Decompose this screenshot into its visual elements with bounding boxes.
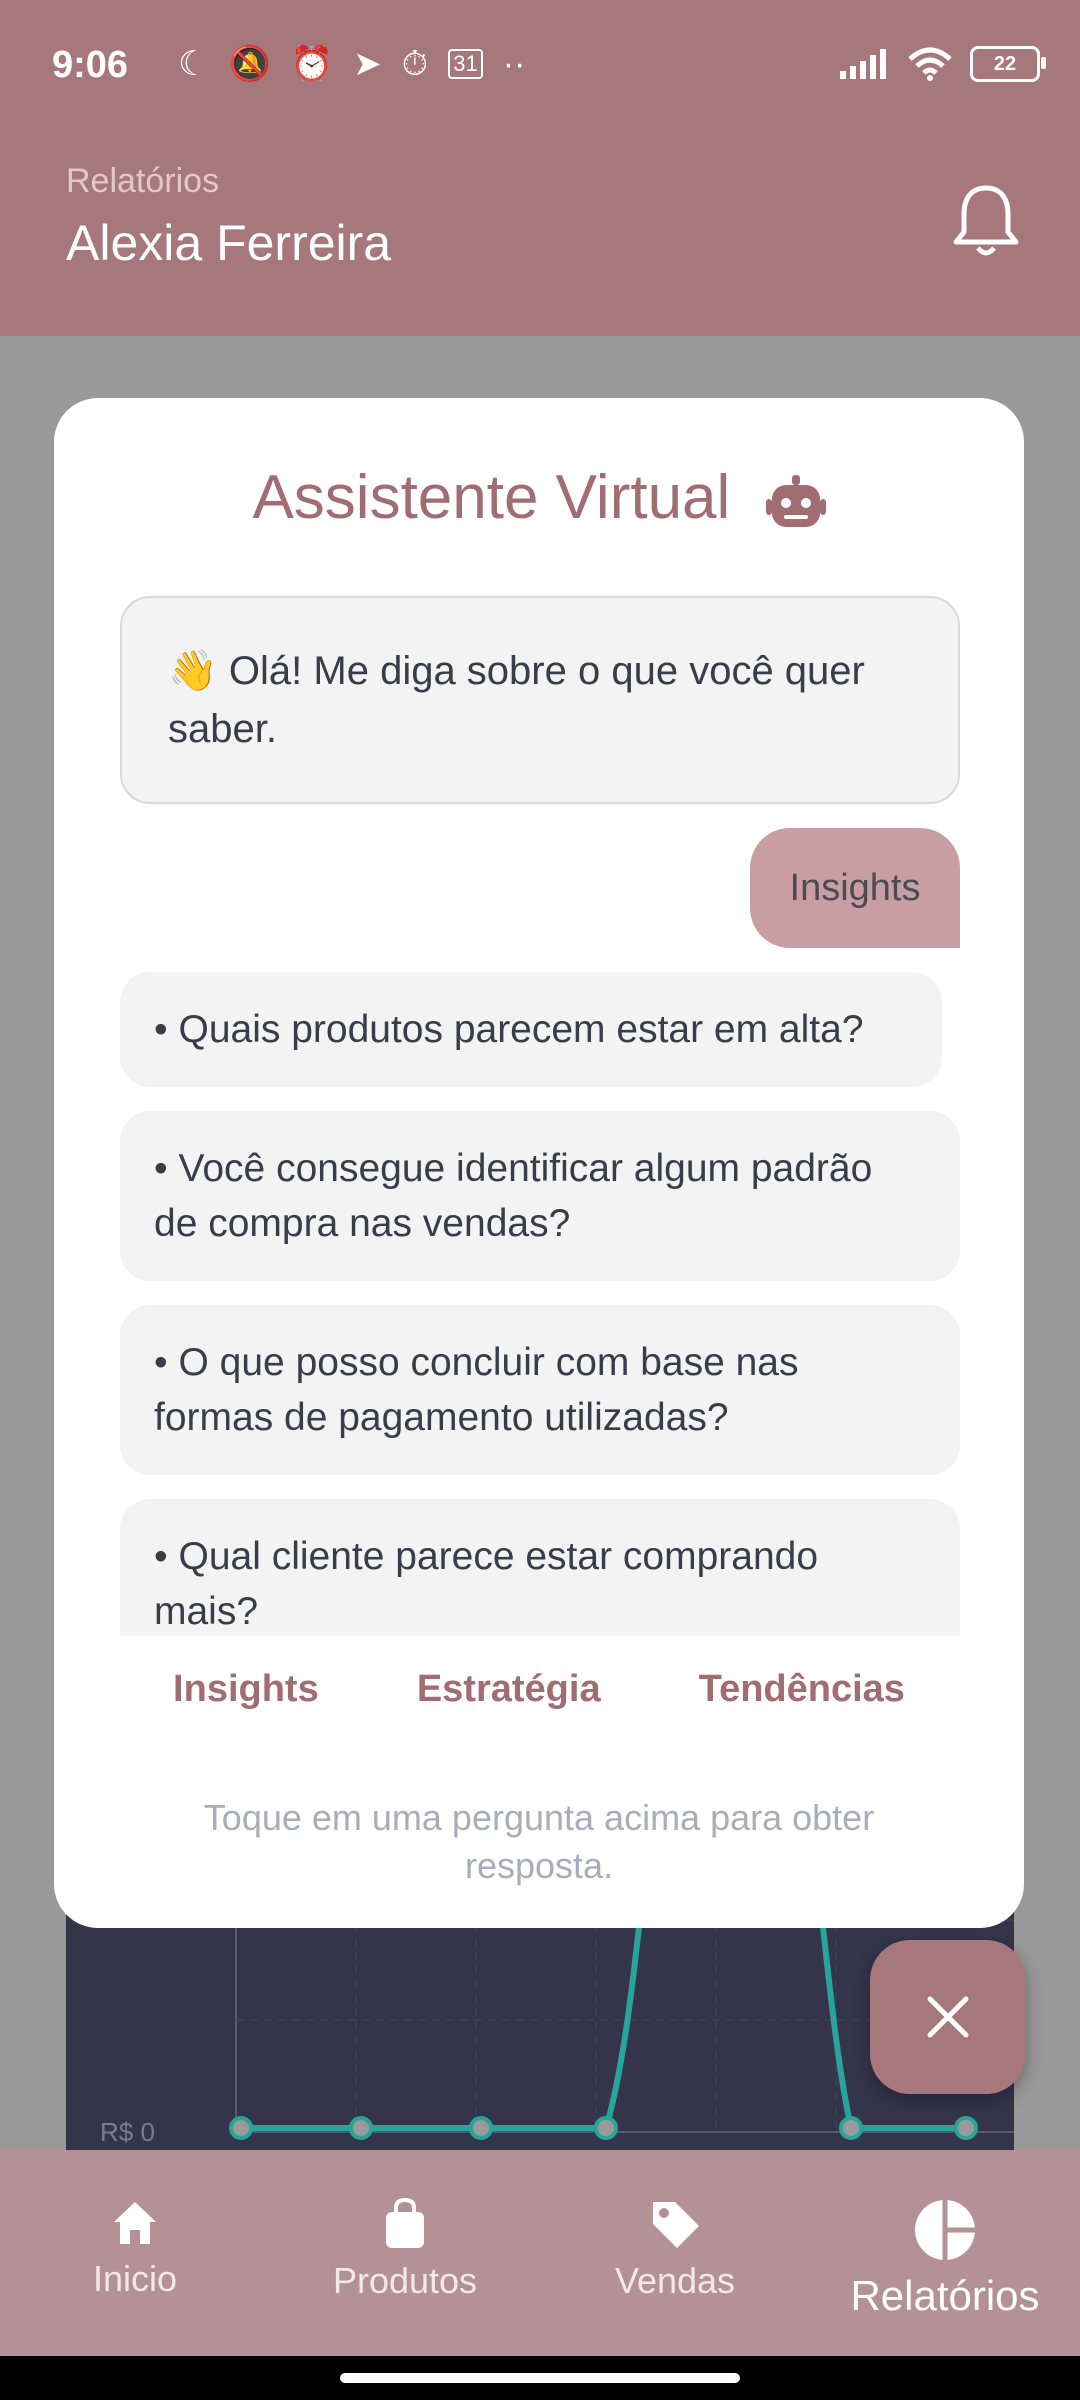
app-header: Relatórios Alexia Ferreira [0, 130, 1080, 336]
pie-chart-icon [915, 2200, 975, 2260]
wifi-icon [908, 47, 952, 81]
telegram-icon: ➤ [353, 45, 382, 83]
status-bar: 9:06 ☾ 🔕 ⏰ ➤ ⏱ 31 ·· 22 [0, 0, 1080, 130]
signal-icon [840, 49, 886, 79]
battery-icon: 22 [970, 46, 1046, 82]
header-title: Alexia Ferreira [66, 215, 392, 271]
hint-text: Toque em uma pergunta acima para obter r… [203, 1797, 875, 1886]
assistant-title-text: Assistente Virtual [252, 463, 731, 532]
moon-icon: ☾ [178, 45, 209, 83]
nav-item-relatorios[interactable]: Relatórios [810, 2150, 1080, 2356]
bell-off-icon: 🔕 [228, 45, 271, 83]
status-time: 9:06 [52, 44, 129, 86]
tag-icon [653, 2202, 699, 2248]
clock-icon: ⏱ [401, 44, 429, 83]
nav-item-produtos[interactable]: Produtos [270, 2150, 540, 2356]
header-subtitle: Relatórios [66, 162, 220, 200]
nav-item-inicio[interactable]: Inicio [0, 2150, 270, 2356]
nav-label: Produtos [332, 2260, 478, 2301]
suggested-question[interactable]: • Qual cliente parece estar comprando ma… [120, 1499, 960, 1636]
home-gesture-bar[interactable] [340, 2373, 740, 2383]
status-notification-icons: ☾ 🔕 ⏰ ➤ ⏱ 31 ·· [178, 44, 525, 84]
tab-insights[interactable]: Insights [173, 1668, 319, 1711]
more-dots-icon: ·· [502, 44, 526, 83]
close-assistant-button[interactable] [870, 1940, 1026, 2094]
tab-tendencias[interactable]: Tendências [699, 1668, 905, 1711]
bottom-navigation: Inicio Produtos Vendas Relatórios [0, 2150, 1080, 2356]
notification-bell-icon[interactable] [950, 182, 1022, 262]
suggested-question[interactable]: • O que posso concluir com base nas form… [120, 1305, 960, 1475]
nav-label: Inicio [92, 2258, 178, 2299]
tab-estrategia[interactable]: Estratégia [417, 1668, 601, 1711]
suggested-question[interactable]: • Quais produtos parecem estar em alta? [120, 972, 942, 1087]
chart-axis-label: R$ 0 [100, 2117, 155, 2147]
status-system-icons: 22 [840, 46, 1046, 82]
assistant-title: Assistente Virtual [54, 462, 1024, 533]
assistant-greeting-bubble: 👋 Olá! Me diga sobre o que você quer sab… [120, 596, 960, 804]
alarm-icon: ⏰ [290, 45, 334, 83]
shopping-bag-icon [386, 2198, 424, 2248]
suggested-question[interactable]: • Você consegue identificar algum padrão… [120, 1111, 960, 1281]
nav-label: Vendas [614, 2260, 736, 2301]
home-icon [114, 2202, 156, 2244]
nav-item-vendas[interactable]: Vendas [540, 2150, 810, 2356]
user-message-bubble: Insights [750, 828, 960, 948]
assistant-modal: Assistente Virtual 👋 Olá! Me diga sobre … [54, 398, 1024, 1928]
robot-icon [765, 474, 826, 527]
chat-scroll-area[interactable]: 👋 Olá! Me diga sobre o que você quer sab… [120, 596, 960, 1636]
nav-label: Relatórios [850, 2272, 1040, 2319]
close-icon [927, 1996, 969, 2038]
topic-tabs: Insights Estratégia Tendências [54, 1668, 1024, 1711]
calendar-icon: 31 [448, 49, 483, 79]
